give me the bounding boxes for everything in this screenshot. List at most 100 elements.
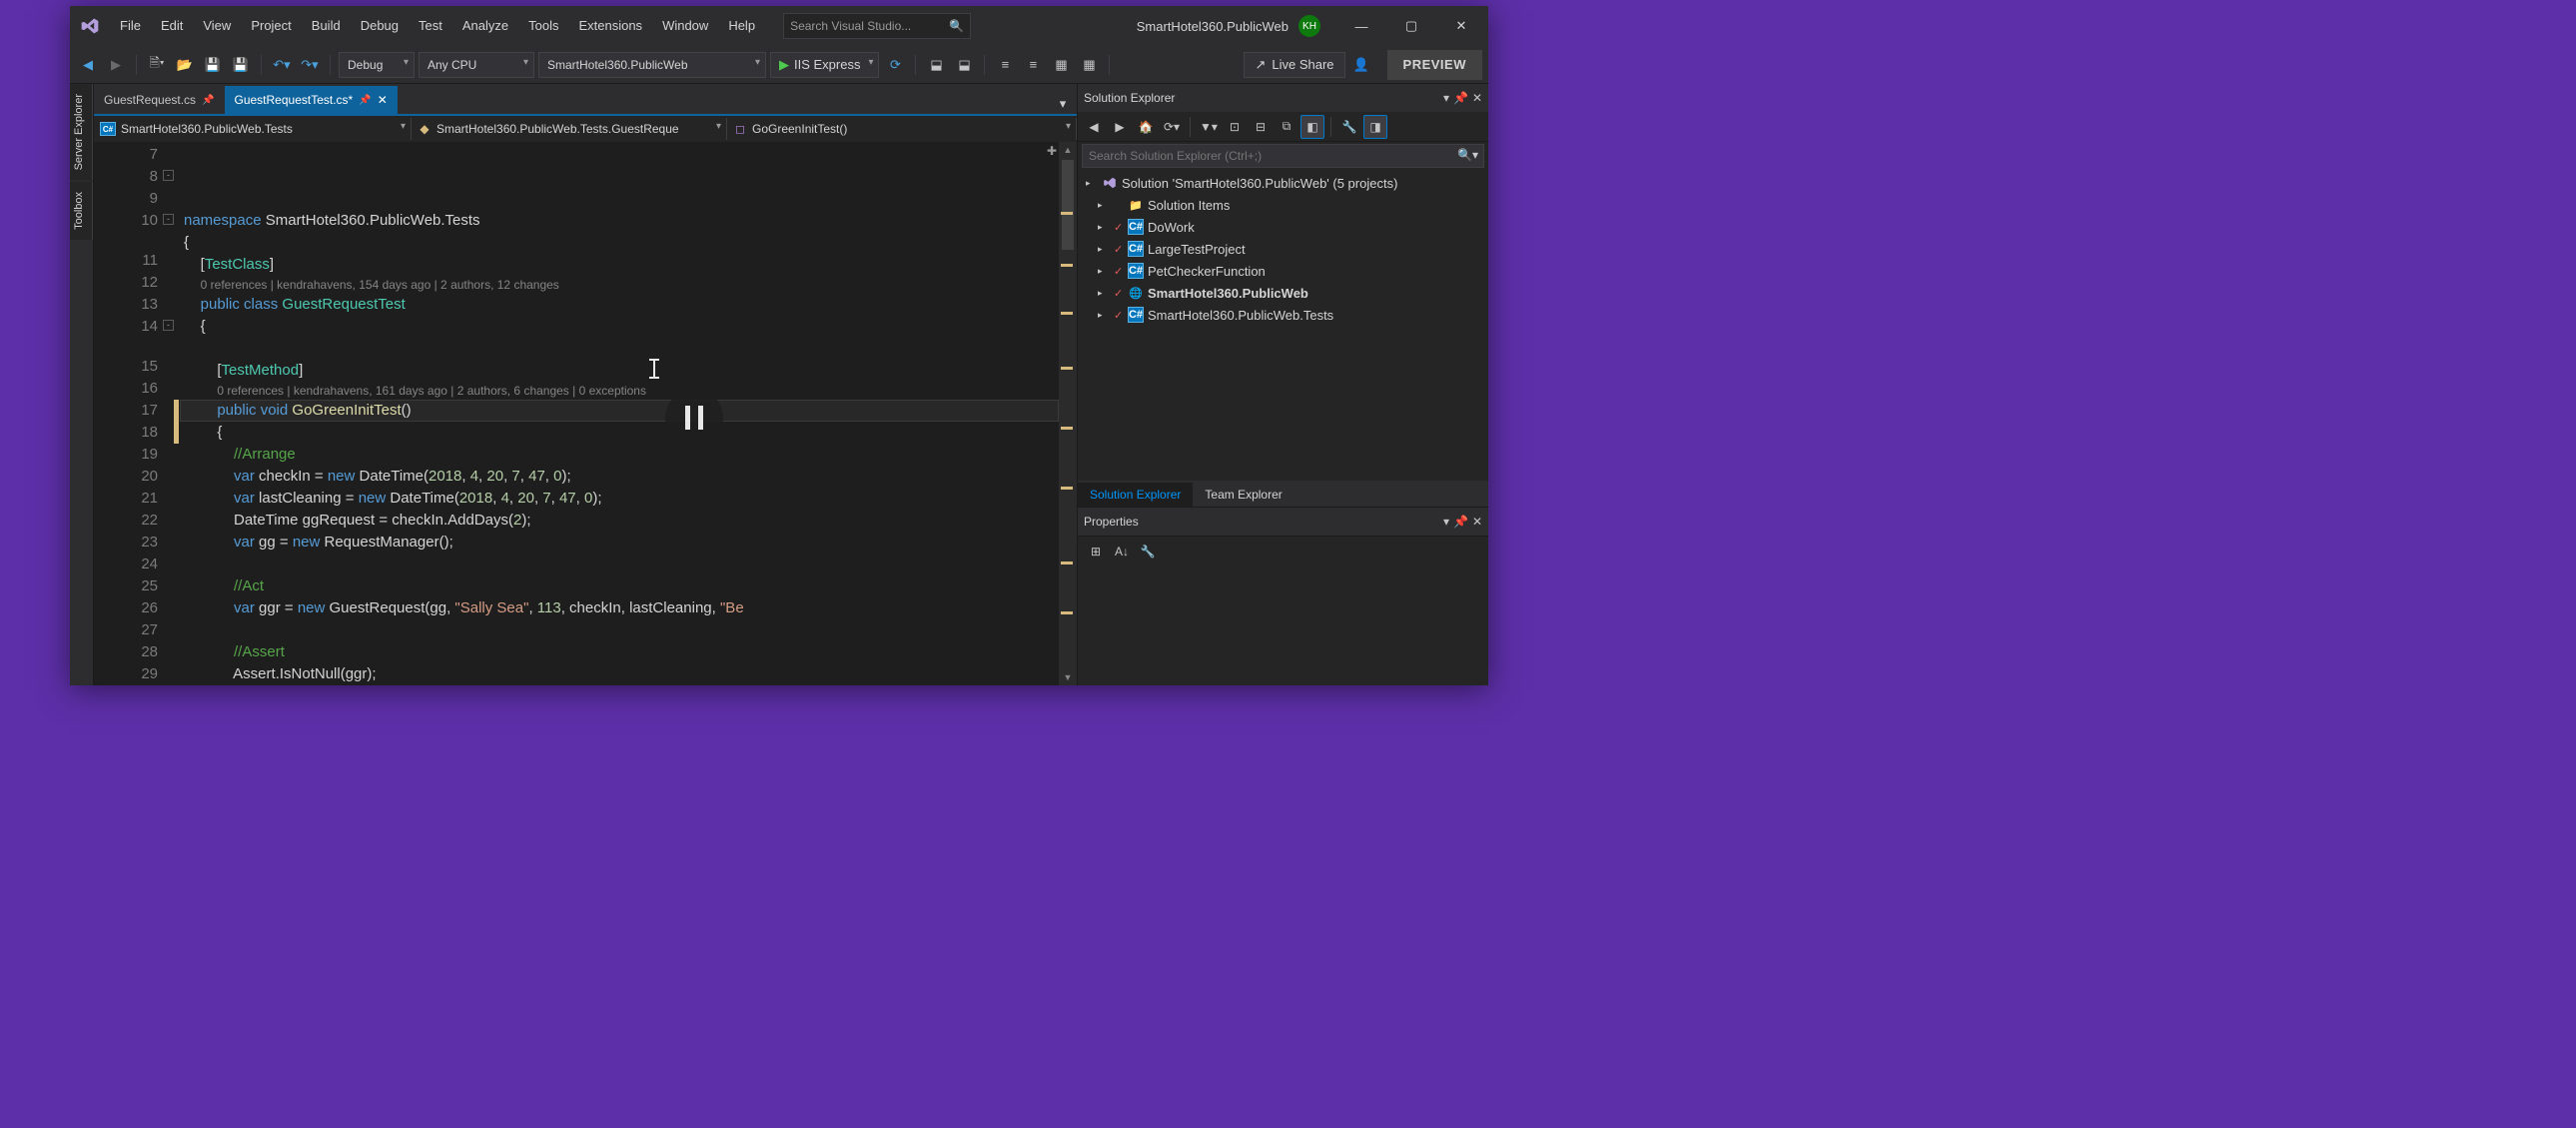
indent-less[interactable]: ≡	[993, 53, 1017, 77]
panel-pin-icon[interactable]: 📌	[1453, 91, 1468, 105]
tool-1[interactable]: ⬓	[924, 53, 948, 77]
nav-project-dropdown[interactable]: C#SmartHotel360.PublicWeb.Tests	[94, 118, 412, 140]
menu-tools[interactable]: Tools	[518, 6, 568, 46]
menu-window[interactable]: Window	[652, 6, 718, 46]
code-line[interactable]: [TestClass]	[180, 254, 1059, 276]
scroll-up-icon[interactable]: ▲	[1059, 142, 1077, 158]
solution-search[interactable]: 🔍▾	[1082, 144, 1484, 168]
se-showall-icon[interactable]: ⊡	[1223, 115, 1247, 139]
prop-az-icon[interactable]: A↓	[1110, 540, 1134, 564]
platform-dropdown[interactable]: Any CPU	[419, 52, 534, 78]
nav-method-dropdown[interactable]: ◻GoGreenInitTest()	[727, 118, 1077, 140]
nav-fwd-button[interactable]: ▶	[104, 53, 128, 77]
menu-project[interactable]: Project	[241, 6, 301, 46]
panel-dropdown-icon[interactable]: ▾	[1443, 515, 1449, 529]
panel-close-icon[interactable]: ✕	[1472, 91, 1482, 105]
code-line[interactable]: public void GoGreenInitTest()	[180, 400, 1059, 422]
close-tab-icon[interactable]: ✕	[378, 93, 388, 107]
maximize-button[interactable]: ▢	[1390, 10, 1432, 42]
se-back-icon[interactable]: ◀	[1082, 115, 1106, 139]
fold-toggle[interactable]: -	[163, 214, 174, 225]
menu-help[interactable]: Help	[718, 6, 765, 46]
uncomment[interactable]: ▦	[1077, 53, 1101, 77]
code-line[interactable]: namespace SmartHotel360.PublicWeb.Tests	[180, 210, 1059, 232]
code-line[interactable]: var gg = new RequestManager();	[180, 532, 1059, 554]
solution-root[interactable]: ▸Solution 'SmartHotel360.PublicWeb' (5 p…	[1078, 172, 1488, 194]
prop-pages-icon[interactable]: 🔧	[1136, 540, 1160, 564]
menu-view[interactable]: View	[193, 6, 241, 46]
code-line[interactable]: DateTime ggRequest = checkIn.AddDays(2);	[180, 510, 1059, 532]
se-copy-icon[interactable]: ⧉	[1275, 115, 1298, 139]
code-line[interactable]	[180, 554, 1059, 575]
tree-node[interactable]: ▸✓C#LargeTestProject	[1078, 238, 1488, 260]
search-vs[interactable]: Search Visual Studio... 🔍	[783, 13, 971, 39]
indent-more[interactable]: ≡	[1021, 53, 1045, 77]
solution-search-input[interactable]	[1082, 144, 1484, 168]
fold-toggle[interactable]: -	[163, 320, 174, 331]
file-tab[interactable]: GuestRequestTest.cs*📌✕	[225, 86, 398, 114]
startup-dropdown[interactable]: SmartHotel360.PublicWeb	[538, 52, 766, 78]
save-all-button[interactable]: 💾	[229, 53, 253, 77]
panel-dropdown-icon[interactable]: ▾	[1443, 91, 1449, 105]
fold-toggle[interactable]: -	[163, 170, 174, 181]
code-line[interactable]: {	[180, 422, 1059, 444]
code-line[interactable]: //Act	[180, 575, 1059, 597]
code-line[interactable]	[180, 619, 1059, 641]
code-line[interactable]: {	[180, 316, 1059, 338]
se-home-icon[interactable]: 🏠	[1134, 115, 1158, 139]
rail-toolbox[interactable]: Toolbox	[70, 182, 93, 240]
code-line[interactable]	[180, 188, 1059, 210]
config-dropdown[interactable]: Debug	[339, 52, 415, 78]
code-line[interactable]: Assert.IsNotNull(ggr);	[180, 663, 1059, 685]
code-line[interactable]: 0 references | kendrahavens, 154 days ag…	[180, 276, 1059, 294]
scroll-thumb[interactable]	[1062, 160, 1074, 250]
menu-build[interactable]: Build	[302, 6, 351, 46]
file-tab[interactable]: GuestRequest.cs📌	[94, 86, 225, 114]
refresh-button[interactable]: ⟳	[883, 53, 907, 77]
nav-class-dropdown[interactable]: ◆SmartHotel360.PublicWeb.Tests.GuestRequ…	[412, 118, 727, 140]
pin-icon[interactable]: 📌	[202, 95, 214, 106]
user-avatar[interactable]: KH	[1298, 15, 1320, 37]
panel-close-icon[interactable]: ✕	[1472, 515, 1482, 529]
tool-2[interactable]: ⬓	[952, 53, 976, 77]
se-fwd-icon[interactable]: ▶	[1108, 115, 1132, 139]
menu-analyze[interactable]: Analyze	[452, 6, 518, 46]
menu-file[interactable]: File	[110, 6, 151, 46]
pin-icon[interactable]: 📌	[359, 95, 371, 106]
code-line[interactable]: var lastCleaning = new DateTime(2018, 4,…	[180, 488, 1059, 510]
se-properties-icon[interactable]: 🔧	[1337, 115, 1361, 139]
redo-button[interactable]: ↷▾	[298, 53, 322, 77]
tree-node[interactable]: ▸✓C#SmartHotel360.PublicWeb.Tests	[1078, 304, 1488, 326]
run-button[interactable]: ▶IIS Express	[770, 52, 879, 78]
code-line[interactable]	[180, 338, 1059, 360]
panel-pin-icon[interactable]: 📌	[1453, 515, 1468, 529]
code-editor[interactable]: 78-910-11121314-151617181920212223242526…	[94, 142, 1077, 685]
explorer-tab[interactable]: Solution Explorer	[1078, 483, 1193, 507]
menu-debug[interactable]: Debug	[351, 6, 409, 46]
nav-back-button[interactable]: ◀	[76, 53, 100, 77]
se-filter-icon[interactable]: ▼▾	[1197, 115, 1221, 139]
code-line[interactable]: var ggr = new GuestRequest(gg, "Sally Se…	[180, 597, 1059, 619]
se-collapse-icon[interactable]: ⊟	[1249, 115, 1273, 139]
feedback-icon[interactable]: 👤	[1349, 53, 1373, 77]
comment[interactable]: ▦	[1049, 53, 1073, 77]
se-sync-icon[interactable]: ⟳▾	[1160, 115, 1184, 139]
code-line[interactable]: var checkIn = new DateTime(2018, 4, 20, …	[180, 466, 1059, 488]
code-line[interactable]: public class GuestRequestTest	[180, 294, 1059, 316]
explorer-tab[interactable]: Team Explorer	[1193, 483, 1293, 507]
code-line[interactable]: //Assert	[180, 641, 1059, 663]
rail-server-explorer[interactable]: Server Explorer	[70, 84, 93, 180]
scroll-down-icon[interactable]: ▼	[1059, 669, 1077, 685]
close-button[interactable]: ✕	[1440, 10, 1482, 42]
code-area[interactable]: namespace SmartHotel360.PublicWeb.Tests {…	[180, 142, 1059, 685]
prop-cat-icon[interactable]: ⊞	[1084, 540, 1108, 564]
code-line[interactable]: 0 references | kendrahavens, 161 days ag…	[180, 382, 1059, 400]
minimize-button[interactable]: ―	[1340, 10, 1382, 42]
menu-extensions[interactable]: Extensions	[568, 6, 652, 46]
save-button[interactable]: 💾	[201, 53, 225, 77]
split-icon[interactable]: ✚	[1047, 144, 1057, 158]
undo-button[interactable]: ↶▾	[270, 53, 294, 77]
solution-tree[interactable]: ▸Solution 'SmartHotel360.PublicWeb' (5 p…	[1078, 170, 1488, 481]
new-project-button[interactable]: 🗎▾	[145, 53, 169, 77]
se-view-icon[interactable]: ◨	[1363, 115, 1387, 139]
